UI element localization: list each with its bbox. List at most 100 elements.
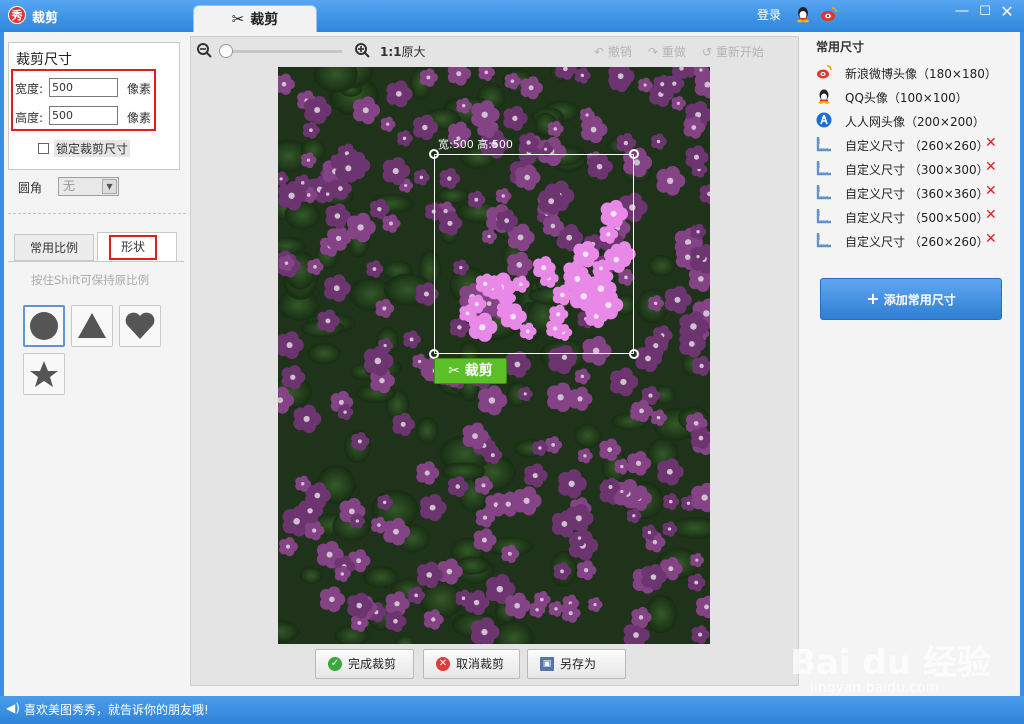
preset-item[interactable]: 自定义尺寸 （260×260） <box>845 137 989 154</box>
shape-heart-button[interactable] <box>119 305 161 347</box>
shape-circle-button[interactable] <box>23 305 65 347</box>
title-bar <box>0 0 1024 32</box>
watermark-url: jingyan.baidu.com <box>810 680 940 696</box>
preset-item[interactable]: 自定义尺寸 （500×500） <box>845 209 989 226</box>
undo-button[interactable]: ↶ 撤销 <box>594 43 632 60</box>
heart-icon <box>125 312 155 339</box>
preset-item[interactable]: 自定义尺寸 （360×360） <box>845 185 989 202</box>
lock-size-label[interactable]: 锁定裁剪尺寸 <box>54 140 131 157</box>
scissors-icon: ✂ <box>448 363 460 379</box>
ruler-icon <box>816 232 832 251</box>
chevron-down-icon: ▼ <box>102 179 117 194</box>
common-sizes-title: 常用尺寸 <box>816 40 865 54</box>
restart-label: 重新开始 <box>715 45 764 59</box>
restart-button[interactable]: ↺ 重新开始 <box>702 43 764 60</box>
cancel-icon: ✕ <box>436 657 450 671</box>
tab-shape[interactable]: 形状 <box>109 235 157 260</box>
finish-crop-label: 完成裁剪 <box>348 657 397 671</box>
cancel-crop-label: 取消裁剪 <box>456 657 505 671</box>
height-label: 高度: <box>15 111 44 125</box>
crop-handle-tr[interactable] <box>629 149 639 159</box>
preset-item[interactable]: 自定义尺寸 （260×260） <box>845 233 989 250</box>
shape-triangle-button[interactable] <box>71 305 113 347</box>
qq-icon <box>816 88 832 107</box>
tab-underline <box>8 261 184 262</box>
corner-select-value: 无 <box>63 179 76 193</box>
zoom-ratio: 1:1 <box>380 45 402 59</box>
close-button[interactable]: ✕ <box>998 4 1016 21</box>
crop-apply-button[interactable]: ✂ 裁剪 <box>434 358 507 384</box>
tab-common-ratio[interactable]: 常用比例 <box>14 234 94 261</box>
divider <box>8 213 186 214</box>
original-size-label: 原大 <box>401 45 426 59</box>
lock-size-checkbox[interactable] <box>38 143 49 154</box>
preset-item[interactable]: QQ头像（100×100） <box>845 89 968 106</box>
login-link[interactable]: 登录 <box>757 6 781 23</box>
delete-preset-icon[interactable]: ✕ <box>985 183 997 199</box>
height-unit: 像素 <box>127 111 152 125</box>
preset-item[interactable]: 新浪微博头像（180×180） <box>845 65 997 82</box>
zoom-slider-track[interactable] <box>222 50 342 53</box>
redo-label: 重做 <box>661 45 686 59</box>
triangle-icon <box>78 313 106 338</box>
crop-size-tip: 宽:500 高:500 <box>438 138 513 151</box>
ruler-icon <box>816 160 832 179</box>
scissors-icon: ✂ <box>231 10 245 28</box>
undo-label: 撤销 <box>607 45 632 59</box>
plus-icon: + <box>866 289 880 308</box>
original-size-button[interactable]: 1:1原大 <box>380 43 426 60</box>
add-common-size-button[interactable]: + 添加常用尺寸 <box>820 278 1002 320</box>
qq-icon[interactable] <box>794 5 812 26</box>
save-as-button[interactable]: ▣ 另存为 <box>527 649 626 679</box>
save-icon: ▣ <box>540 657 554 671</box>
delete-preset-icon[interactable]: ✕ <box>985 207 997 223</box>
app-logo-icon: 秀 <box>8 6 26 24</box>
zoom-slider-knob[interactable] <box>219 44 233 58</box>
finish-crop-button[interactable]: ✓ 完成裁剪 <box>315 649 414 679</box>
zoom-out-icon[interactable] <box>196 42 212 61</box>
shift-hint: 按住Shift可保持原比例 <box>31 273 150 287</box>
zoom-in-icon[interactable] <box>354 42 370 61</box>
maximize-button[interactable]: ☐ <box>976 5 994 21</box>
undo-icon: ↶ <box>594 45 605 59</box>
crop-handle-tl[interactable] <box>429 149 439 159</box>
crop-selection-box[interactable] <box>434 154 634 354</box>
shape-star-button[interactable] <box>23 353 65 395</box>
preset-item[interactable]: 人人网头像（200×200） <box>845 113 985 130</box>
preset-item[interactable]: 自定义尺寸 （300×300） <box>845 161 989 178</box>
crop-apply-label: 裁剪 <box>464 363 493 379</box>
renren-icon <box>816 112 832 131</box>
add-common-size-label: 添加常用尺寸 <box>883 293 956 307</box>
width-field[interactable]: 500 <box>49 78 118 97</box>
height-field[interactable]: 500 <box>49 106 118 125</box>
photo-canvas[interactable]: 宽:500 高:500 ✂ 裁剪 <box>278 67 710 644</box>
status-text[interactable]: 喜欢美图秀秀，就告诉你的朋友哦! <box>24 701 209 718</box>
minimize-button[interactable]: — <box>953 4 971 21</box>
redo-icon: ↷ <box>648 45 659 59</box>
window-title: 裁剪 <box>32 11 59 26</box>
ruler-icon <box>816 208 832 227</box>
save-as-label: 另存为 <box>560 657 597 671</box>
width-unit: 像素 <box>127 82 152 96</box>
tab-crop[interactable]: ✂ 裁剪 <box>193 5 317 32</box>
delete-preset-icon[interactable]: ✕ <box>985 159 997 175</box>
delete-preset-icon[interactable]: ✕ <box>985 231 997 247</box>
corner-select[interactable]: 无 ▼ <box>58 177 119 196</box>
weibo-icon[interactable] <box>820 5 838 26</box>
speaker-icon: ◀) <box>6 701 20 715</box>
cancel-crop-button[interactable]: ✕ 取消裁剪 <box>423 649 520 679</box>
crop-handle-br[interactable] <box>629 349 639 359</box>
tab-crop-label: 裁剪 <box>250 12 279 28</box>
delete-preset-icon[interactable]: ✕ <box>985 135 997 151</box>
watermark-brand: Bai du 经验 <box>790 643 991 683</box>
redo-button[interactable]: ↷ 重做 <box>648 43 686 60</box>
circle-icon <box>30 312 58 340</box>
corner-label: 圆角 <box>18 181 43 195</box>
ruler-icon <box>816 184 832 203</box>
ruler-icon <box>816 136 832 155</box>
restart-icon: ↺ <box>702 45 713 59</box>
crop-size-title: 裁剪尺寸 <box>16 52 72 68</box>
check-icon: ✓ <box>328 657 342 671</box>
weibo-icon <box>816 64 832 83</box>
star-icon <box>30 361 58 387</box>
